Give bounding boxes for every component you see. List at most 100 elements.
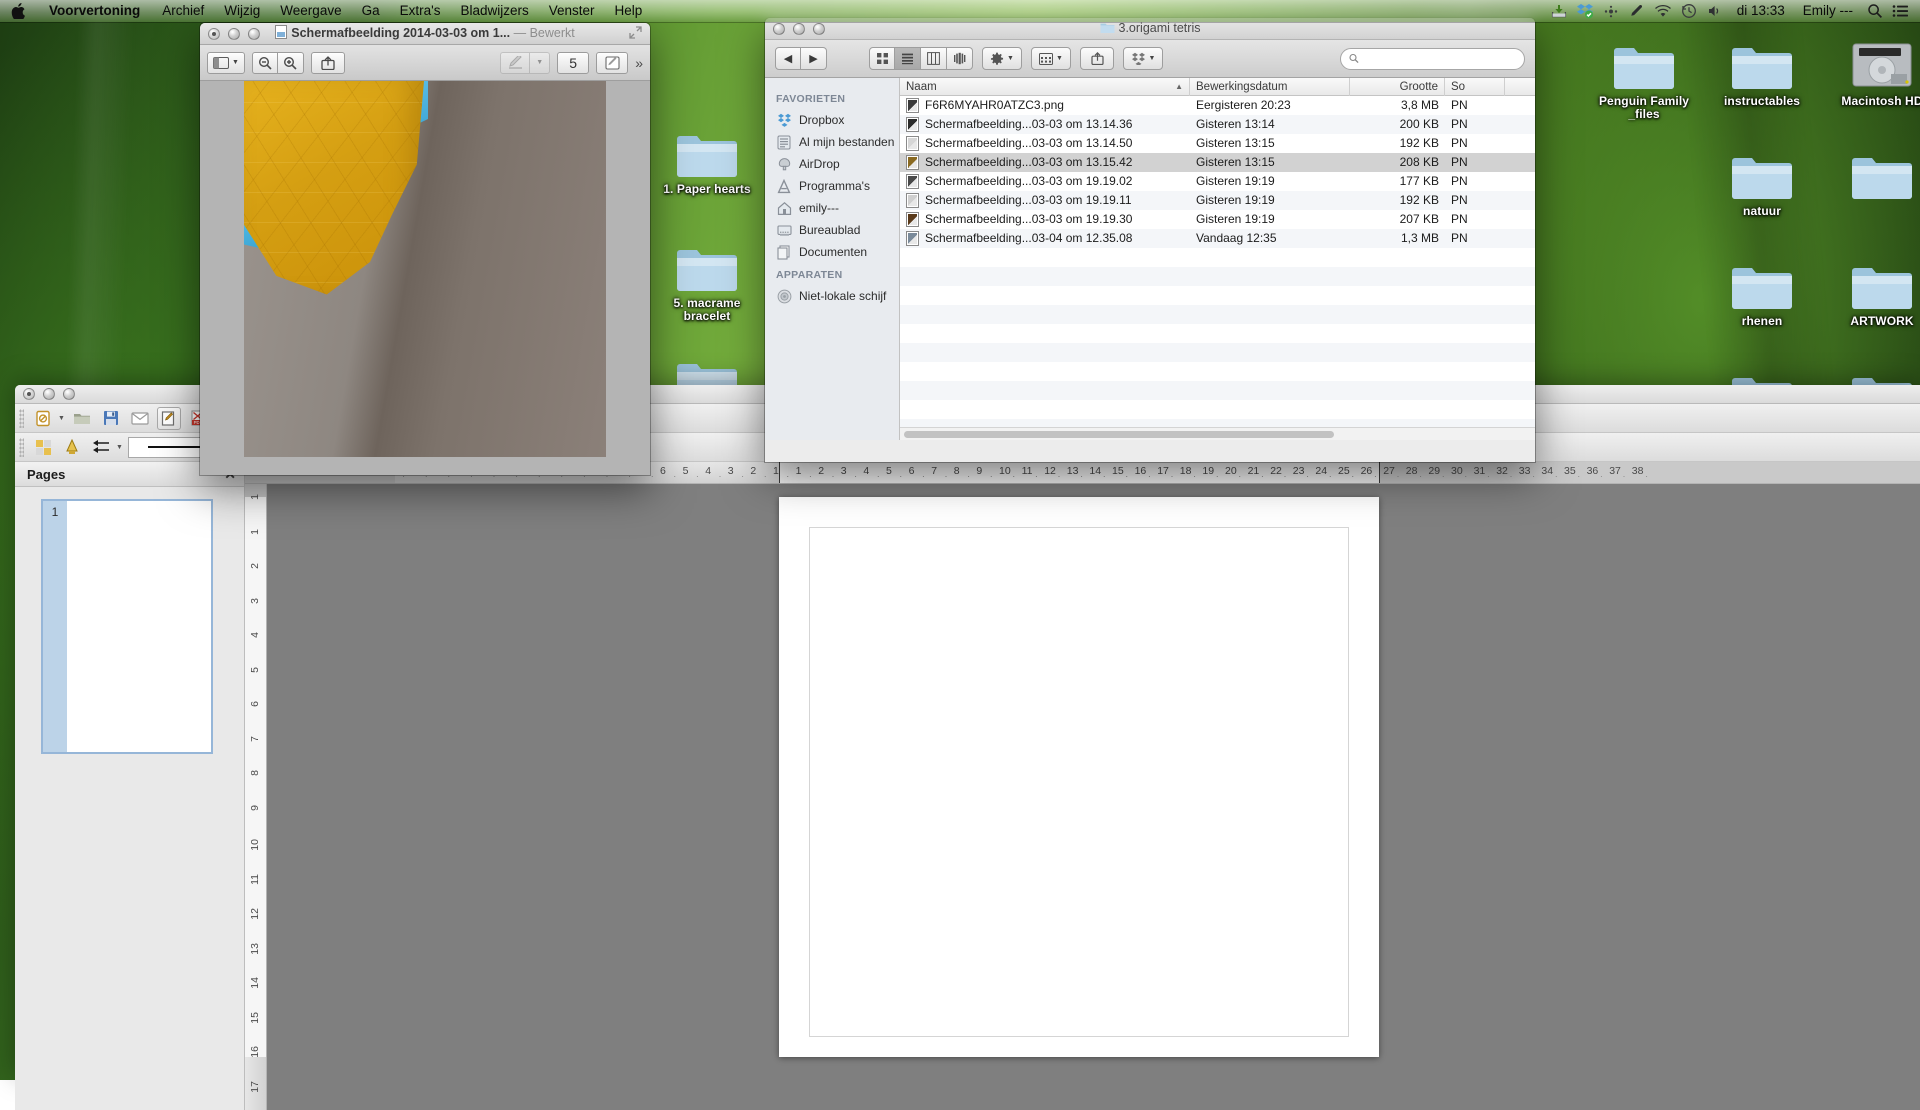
column-header-so[interactable]: So bbox=[1445, 78, 1505, 96]
menu-item-ga[interactable]: Ga bbox=[352, 0, 390, 22]
sidebar-item-niet-lokale-schijf[interactable]: Niet-lokale schijf bbox=[765, 285, 899, 307]
chevron-down-icon-2[interactable]: ▼ bbox=[116, 444, 123, 451]
column-view-icon[interactable] bbox=[921, 47, 947, 70]
menu-item-voorvertoning[interactable]: Voorvertoning bbox=[37, 0, 152, 22]
menu-bar-user[interactable]: Emily --- bbox=[1794, 0, 1862, 22]
finder-sidebar[interactable]: FAVORIETENDropboxAl mijn bestandenAirDro… bbox=[765, 78, 900, 440]
dropbox-icon[interactable]: ▼ bbox=[1123, 47, 1163, 70]
toolbar-grip-2[interactable] bbox=[19, 438, 24, 457]
sidebar-item-bureaublad[interactable]: Bureaublad bbox=[765, 219, 899, 241]
edit-toolbar-icon[interactable] bbox=[596, 52, 628, 74]
desktop-icon-penguin-family-files[interactable]: Penguin Family _files bbox=[1592, 30, 1696, 121]
empty-list-row[interactable] bbox=[900, 362, 1535, 381]
finder-window[interactable]: 3.origami tetris ◀ ▶ ▼ bbox=[765, 18, 1535, 462]
file-list[interactable]: F6R6MYAHR0ATZC3.pngEergisteren 20:233,8 … bbox=[900, 96, 1535, 438]
empty-list-row[interactable] bbox=[900, 324, 1535, 343]
table-row[interactable]: Schermafbeelding...03-03 om 19.19.11Gist… bbox=[900, 191, 1535, 210]
new-document-icon[interactable] bbox=[31, 407, 55, 430]
preview-window-controls[interactable] bbox=[208, 28, 260, 40]
volume-icon[interactable] bbox=[1702, 0, 1728, 22]
pages-panel[interactable]: Pages ✕ 1 bbox=[15, 462, 245, 1110]
table-icon[interactable] bbox=[31, 436, 55, 459]
coverflow-view-icon[interactable] bbox=[947, 47, 973, 70]
writer-window-controls[interactable] bbox=[23, 388, 75, 400]
table-row[interactable]: Schermafbeelding...03-03 om 13.15.42Gist… bbox=[900, 153, 1535, 172]
sidebar-item-airdrop[interactable]: AirDrop bbox=[765, 153, 899, 175]
gear-icon[interactable]: ▼ bbox=[982, 47, 1022, 70]
menu-item-bladwijzers[interactable]: Bladwijzers bbox=[450, 0, 538, 22]
navigation-buttons[interactable]: ◀ ▶ bbox=[775, 47, 827, 70]
spotlight-search-icon[interactable] bbox=[1862, 0, 1888, 22]
table-row[interactable]: F6R6MYAHR0ATZC3.pngEergisteren 20:233,8 … bbox=[900, 96, 1535, 115]
finder-toolbar[interactable]: ◀ ▶ ▼ ▼ bbox=[765, 40, 1535, 78]
sidebar-view-icon[interactable]: ▼ bbox=[207, 52, 245, 74]
menu-item-venster[interactable]: Venster bbox=[539, 0, 605, 22]
desktop-icon-rhenen[interactable]: rhenen bbox=[1710, 250, 1814, 328]
open-folder-icon[interactable] bbox=[70, 407, 94, 430]
empty-list-row[interactable] bbox=[900, 400, 1535, 419]
document-area[interactable]: 18·17·16·15·14·13·12·11·10·9·8·7·6·5·4·3… bbox=[245, 462, 1920, 1110]
menu-item-extra-s[interactable]: Extra's bbox=[390, 0, 451, 22]
vertical-ruler[interactable]: 1123456789101112131415161718 bbox=[245, 484, 267, 1110]
desktop-icon-macintosh-hd[interactable]: Macintosh HD bbox=[1830, 30, 1920, 108]
sidebar-item-emily[interactable]: emily--- bbox=[765, 197, 899, 219]
desktop-icon-untitled-7[interactable] bbox=[1830, 140, 1920, 202]
sidebar-item-al-mijn-bestanden[interactable]: Al mijn bestanden bbox=[765, 131, 899, 153]
save-icon[interactable] bbox=[99, 407, 123, 430]
table-row[interactable]: Schermafbeelding...03-04 om 12.35.08Vand… bbox=[900, 229, 1535, 248]
finder-search-field[interactable] bbox=[1340, 48, 1525, 70]
scrollbar-thumb[interactable] bbox=[904, 431, 1334, 438]
arrange-icon[interactable]: ▼ bbox=[1031, 47, 1071, 70]
sidebar-item-documenten[interactable]: Documenten bbox=[765, 241, 899, 263]
back-button[interactable]: ◀ bbox=[775, 47, 801, 70]
toolbar-grip[interactable] bbox=[19, 409, 24, 428]
desktop-icon-natuur[interactable]: natuur bbox=[1710, 140, 1814, 218]
chevron-down-icon[interactable]: ▼ bbox=[58, 415, 65, 422]
menu-item-wijzig[interactable]: Wijzig bbox=[214, 0, 270, 22]
pages-panel-body[interactable]: 1 bbox=[15, 487, 244, 1110]
list-column-headers[interactable]: Naam▲BewerkingsdatumGrootteSo bbox=[900, 78, 1535, 96]
apple-logo-icon[interactable] bbox=[0, 3, 37, 19]
zoom-button[interactable] bbox=[248, 28, 260, 40]
chart-icon[interactable] bbox=[60, 436, 84, 459]
column-header-grootte[interactable]: Grootte bbox=[1350, 78, 1445, 96]
zoom-out-icon[interactable] bbox=[252, 52, 278, 74]
empty-list-row[interactable] bbox=[900, 267, 1535, 286]
table-row[interactable]: Schermafbeelding...03-03 om 13.14.36Gist… bbox=[900, 115, 1535, 134]
list-view-icon[interactable] bbox=[895, 47, 921, 70]
zoom-button-group[interactable] bbox=[252, 52, 304, 74]
column-header-bewerkingsdatum[interactable]: Bewerkingsdatum bbox=[1190, 78, 1350, 96]
rotate-button[interactable]: 5 bbox=[557, 52, 589, 74]
document-text-area[interactable] bbox=[809, 527, 1349, 1037]
edit-mode-icon[interactable] bbox=[157, 407, 181, 430]
preview-image-area[interactable] bbox=[200, 81, 650, 475]
document-page[interactable] bbox=[779, 497, 1379, 1057]
view-mode-buttons[interactable] bbox=[869, 47, 973, 70]
share-icon[interactable] bbox=[311, 52, 345, 74]
desktop-icon-5-macrame-bracelet[interactable]: 5. macrame bracelet bbox=[655, 232, 759, 323]
empty-list-row[interactable] bbox=[900, 305, 1535, 324]
fullscreen-icon[interactable] bbox=[629, 26, 642, 42]
minimize-button[interactable] bbox=[228, 28, 240, 40]
toolbar-overflow-icon[interactable]: » bbox=[635, 55, 643, 71]
table-row[interactable]: Schermafbeelding...03-03 om 19.19.30Gist… bbox=[900, 210, 1535, 229]
zoom-in-icon[interactable] bbox=[278, 52, 304, 74]
finder-list-pane[interactable]: Naam▲BewerkingsdatumGrootteSo F6R6MYAHR0… bbox=[900, 78, 1535, 440]
empty-list-row[interactable] bbox=[900, 248, 1535, 267]
email-icon[interactable] bbox=[128, 407, 152, 430]
markup-pen-icon[interactable] bbox=[500, 52, 530, 74]
notification-center-icon[interactable] bbox=[1888, 0, 1914, 22]
table-row[interactable]: Schermafbeelding...03-03 om 19.19.02Gist… bbox=[900, 172, 1535, 191]
desktop-icon-1-paper-hearts[interactable]: 1. Paper hearts bbox=[655, 118, 759, 196]
icon-view-icon[interactable] bbox=[869, 47, 895, 70]
writer-window[interactable]: ▼ PDF ▼ bbox=[15, 385, 1920, 1080]
empty-list-row[interactable] bbox=[900, 286, 1535, 305]
preview-toolbar[interactable]: ▼ ▼ 5 » bbox=[200, 45, 650, 81]
column-header-naam[interactable]: Naam▲ bbox=[900, 78, 1190, 96]
preview-photo[interactable] bbox=[244, 81, 606, 457]
fountain-pen-icon[interactable] bbox=[1624, 0, 1650, 22]
forward-button[interactable]: ▶ bbox=[801, 47, 827, 70]
table-row[interactable]: Schermafbeelding...03-03 om 13.14.50Gist… bbox=[900, 134, 1535, 153]
menu-item-weergave[interactable]: Weergave bbox=[270, 0, 351, 22]
dropbox-icon[interactable] bbox=[1572, 0, 1598, 22]
